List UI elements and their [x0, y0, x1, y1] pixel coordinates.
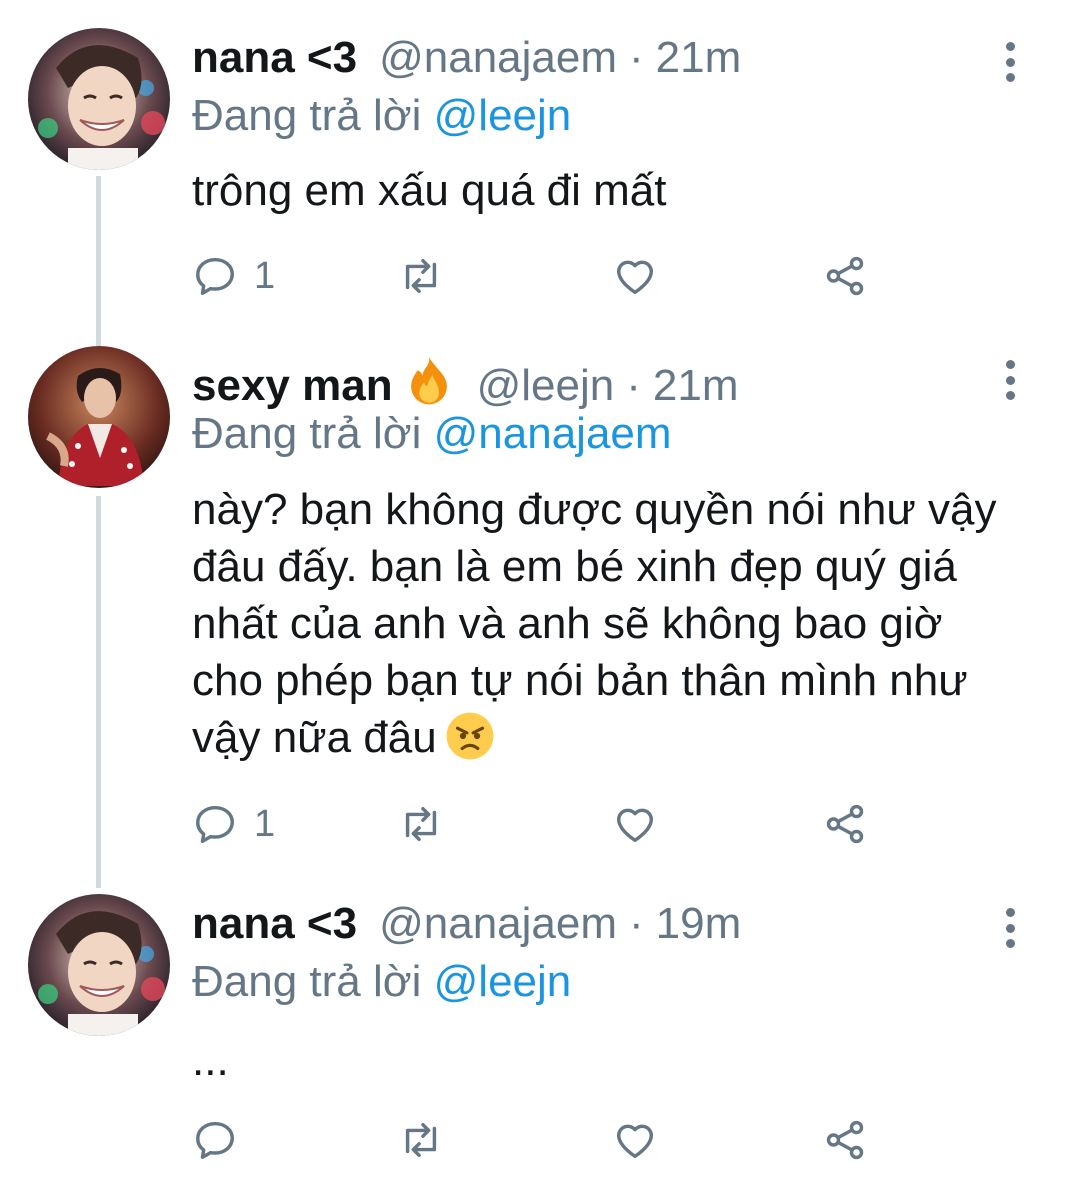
avatar[interactable]	[28, 28, 170, 170]
avatar[interactable]	[28, 346, 170, 488]
more-options-icon[interactable]	[1000, 908, 1020, 948]
tweet-actions	[192, 1110, 892, 1170]
tweet[interactable]: nana <3 @nanajaem · 21m Đang trả lời @le…	[0, 0, 1080, 340]
heart-icon	[616, 260, 654, 295]
reply-button[interactable]: 1	[192, 246, 275, 306]
reply-icon	[196, 805, 234, 843]
user-handle[interactable]: @nanajaem	[379, 28, 617, 88]
reply-button[interactable]	[192, 1110, 254, 1170]
replying-to: Đang trả lời @leejn	[192, 952, 571, 1012]
replying-to: Đang trả lời @leejn	[192, 86, 571, 146]
share-button[interactable]	[822, 1110, 868, 1170]
replying-to-label: Đang trả lời	[192, 957, 422, 1006]
reply-button[interactable]: 1	[192, 794, 275, 854]
separator: ·	[629, 899, 644, 948]
retweet-button[interactable]	[398, 794, 444, 854]
retweet-button[interactable]	[398, 246, 444, 306]
tweet-text: này? bạn không được quyền nói như vậy đâ…	[192, 485, 997, 762]
mention-link[interactable]: @leejn	[434, 957, 572, 1006]
angry-face-icon	[445, 711, 495, 761]
user-handle[interactable]: @nanajaem	[379, 894, 617, 954]
tweet[interactable]: nana <3 @nanajaem · 19m Đang trả lời @le…	[0, 890, 1080, 1186]
mention-link[interactable]: @nanajaem	[434, 409, 672, 458]
timestamp[interactable]: 21m	[656, 28, 742, 88]
display-name[interactable]: nana <3	[192, 894, 357, 954]
share-icon	[826, 256, 864, 296]
like-button[interactable]	[612, 794, 658, 854]
fire-icon	[403, 354, 455, 406]
reply-count: 1	[254, 802, 276, 845]
tweet-actions: 1	[192, 794, 892, 854]
replying-to-label: Đang trả lời	[192, 409, 422, 458]
heart-icon	[616, 808, 654, 843]
like-button[interactable]	[612, 1110, 658, 1170]
tweet-text: ...	[192, 1036, 229, 1085]
like-button[interactable]	[612, 246, 658, 306]
replying-to-label: Đang trả lời	[192, 91, 422, 140]
tweet-text: trông em xấu quá đi mất	[192, 166, 667, 215]
retweet-button[interactable]	[398, 1110, 444, 1170]
more-options-icon[interactable]	[1000, 42, 1020, 82]
share-icon	[826, 1120, 864, 1160]
share-button[interactable]	[822, 246, 868, 306]
display-name[interactable]: nana <3	[192, 28, 357, 88]
retweet-icon	[405, 806, 437, 842]
avatar[interactable]	[28, 894, 170, 1036]
replying-to: Đang trả lời @nanajaem	[192, 404, 672, 464]
retweet-icon	[405, 1122, 437, 1158]
share-button[interactable]	[822, 794, 868, 854]
tweet-text-container: này? bạn không được quyền nói như vậy đâ…	[192, 481, 1020, 766]
tweet-header: sexy man @leejn · 21m	[192, 348, 980, 410]
reply-icon	[196, 257, 234, 295]
timestamp[interactable]: 19m	[656, 894, 742, 954]
reply-count: 1	[254, 254, 276, 297]
mention-link[interactable]: @leejn	[434, 91, 572, 140]
more-options-icon[interactable]	[1000, 360, 1020, 400]
tweet-header: nana <3 @nanajaem · 21m	[192, 28, 980, 88]
tweet-actions: 1	[192, 246, 892, 306]
share-icon	[826, 804, 864, 844]
retweet-icon	[405, 258, 437, 294]
heart-icon	[616, 1124, 654, 1159]
reply-icon	[196, 1121, 234, 1159]
tweet[interactable]: sexy man @leejn · 21m Đang trả lời @nana…	[0, 340, 1080, 890]
separator: ·	[629, 33, 644, 82]
tweet-header: nana <3 @nanajaem · 19m	[192, 894, 980, 954]
